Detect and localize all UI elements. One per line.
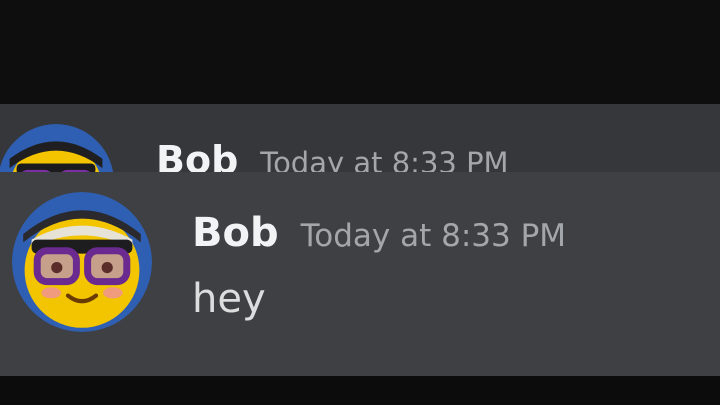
- username[interactable]: Bob: [192, 210, 279, 256]
- timestamp: Today at 8:33 PM: [300, 218, 567, 254]
- username[interactable]: Bob: [156, 138, 238, 174]
- bottom-black-bar: [0, 376, 720, 405]
- chat-message[interactable]: Bob Today at 8:33 PM hey: [0, 172, 720, 376]
- message-text: hey: [192, 276, 266, 322]
- avatar-icon[interactable]: [0, 124, 114, 174]
- avatar-icon[interactable]: [12, 192, 152, 332]
- message-header: Bob Today at 8:33 PM: [192, 210, 566, 256]
- top-black-bar: [0, 0, 720, 104]
- chat-message-background[interactable]: Bob Today at 8:33 PM: [0, 104, 720, 174]
- timestamp: Today at 8:33 PM: [260, 146, 509, 174]
- message-header: Bob Today at 8:33 PM: [156, 138, 509, 174]
